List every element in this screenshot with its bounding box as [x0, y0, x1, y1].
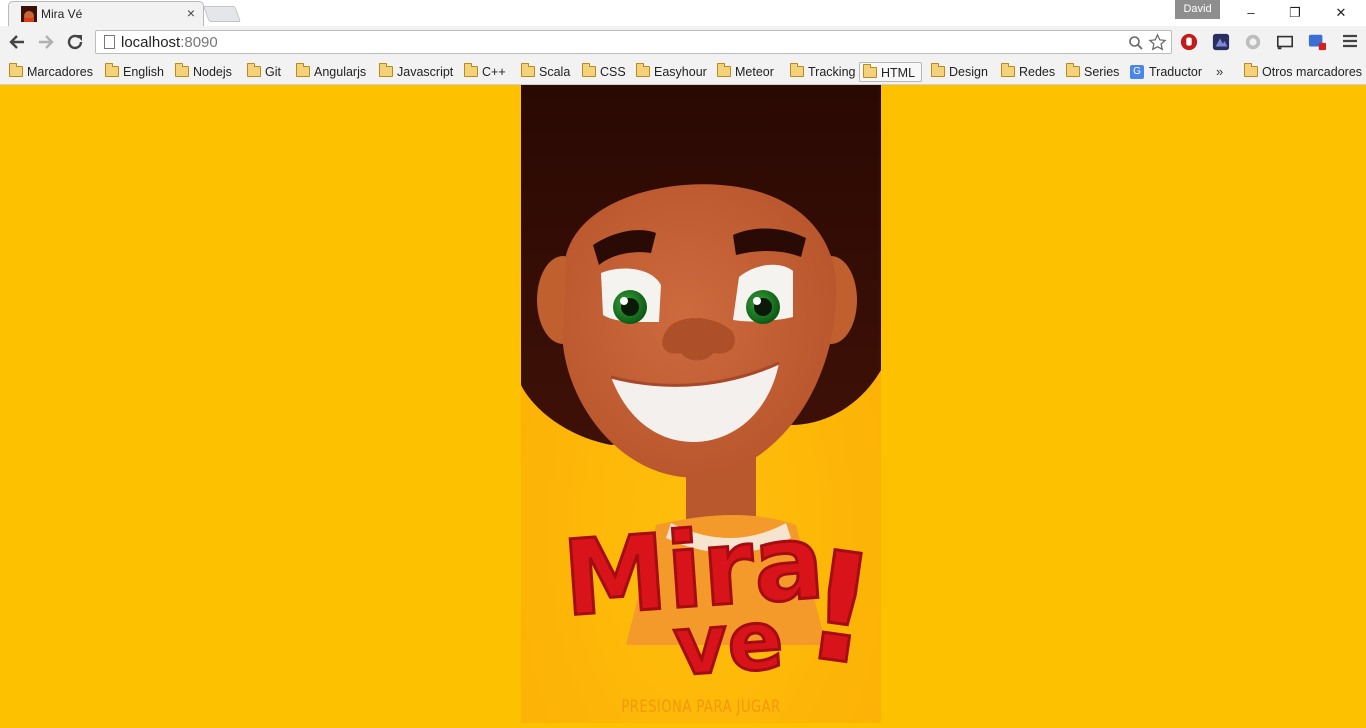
tab-strip: Mira Vé × David – ❐ ✕ — [0, 0, 1366, 27]
url-text: localhost:8090 — [121, 34, 218, 51]
folder-icon — [1244, 63, 1258, 77]
folder-icon — [863, 64, 877, 78]
bookmark-design[interactable]: Design — [928, 62, 988, 82]
bookmark-nodejs[interactable]: Nodejs — [172, 62, 232, 82]
more-bookmarks-chevron-icon[interactable]: » — [1216, 62, 1223, 82]
profile-button[interactable]: David — [1175, 0, 1220, 19]
circle-extension-icon[interactable] — [1243, 33, 1263, 51]
toolbar: localhost:8090 — [0, 26, 1366, 58]
bookmark-git[interactable]: Git — [244, 62, 281, 82]
tab-title: Mira Vé — [41, 7, 83, 21]
bookmark-english[interactable]: English — [102, 62, 164, 82]
menu-icon[interactable] — [1341, 32, 1359, 50]
bookmark-easyhour[interactable]: Easyhour — [633, 62, 707, 82]
folder-icon — [1001, 63, 1015, 77]
folder-icon — [636, 63, 650, 77]
close-tab-icon[interactable]: × — [187, 5, 195, 21]
folder-icon — [296, 63, 310, 77]
new-tab-button[interactable] — [203, 6, 241, 22]
page-content: Mira ve ! PRESIONA PARA JUGAR — [0, 85, 1366, 728]
folder-icon — [175, 63, 189, 77]
character-illustration: Mira ve ! — [521, 85, 881, 723]
bookmark-angularjs[interactable]: Angularjs — [293, 62, 366, 82]
minimize-icon[interactable]: – — [1228, 0, 1274, 26]
search-zoom-icon[interactable] — [1128, 35, 1144, 51]
svg-text:ve: ve — [671, 593, 786, 695]
bookmark-other[interactable]: Otros marcadores — [1241, 62, 1362, 82]
bookmark-redes[interactable]: Redes — [998, 62, 1055, 82]
bookmark-series[interactable]: Series — [1063, 62, 1119, 82]
restore-icon[interactable]: ❐ — [1272, 0, 1318, 26]
folder-icon — [790, 63, 804, 77]
forward-arrow-icon[interactable] — [35, 31, 57, 53]
extension-badge-icon[interactable] — [1307, 33, 1327, 51]
bookmark-javascript[interactable]: Javascript — [376, 62, 453, 82]
bookmark-traductor[interactable]: G Traductor — [1128, 62, 1202, 82]
reload-icon[interactable] — [64, 31, 86, 53]
bookmark-tracking[interactable]: Tracking — [787, 62, 855, 82]
folder-icon — [464, 63, 478, 77]
folder-icon — [521, 63, 535, 77]
extension-icon[interactable] — [1211, 33, 1231, 51]
translate-icon: G — [1130, 65, 1144, 79]
bookmark-star-icon[interactable] — [1148, 33, 1167, 52]
tab-mira-ve[interactable]: Mira Vé × — [8, 1, 204, 27]
game-canvas[interactable]: Mira ve ! PRESIONA PARA JUGAR — [521, 85, 881, 723]
folder-icon — [247, 63, 261, 77]
bookmarks-bar: Marcadores English Nodejs Git Angularjs … — [0, 58, 1366, 85]
folder-icon — [1066, 63, 1080, 77]
bookmark-meteor[interactable]: Meteor — [714, 62, 774, 82]
page-icon — [104, 35, 115, 49]
bookmark-html[interactable]: HTML — [859, 62, 922, 82]
bookmark-css[interactable]: CSS — [579, 62, 626, 82]
address-bar[interactable]: localhost:8090 — [95, 30, 1172, 54]
browser-chrome: Mira Vé × David – ❐ ✕ localhost:8090 Mar… — [0, 0, 1366, 85]
bookmark-scala[interactable]: Scala — [518, 62, 570, 82]
folder-icon — [105, 63, 119, 77]
game-favicon-icon — [21, 6, 37, 22]
back-arrow-icon[interactable] — [6, 31, 28, 53]
folder-icon — [9, 63, 23, 77]
bookmark-cpp[interactable]: C++ — [461, 62, 506, 82]
folder-icon — [379, 63, 393, 77]
folder-icon — [717, 63, 731, 77]
bookmark-marcadores[interactable]: Marcadores — [6, 62, 93, 82]
folder-icon — [931, 63, 945, 77]
play-prompt[interactable]: PRESIONA PARA JUGAR — [561, 697, 842, 717]
cast-icon[interactable] — [1275, 33, 1295, 51]
folder-icon — [582, 63, 596, 77]
close-window-icon[interactable]: ✕ — [1318, 0, 1364, 26]
adblock-extension-icon[interactable] — [1179, 33, 1199, 51]
